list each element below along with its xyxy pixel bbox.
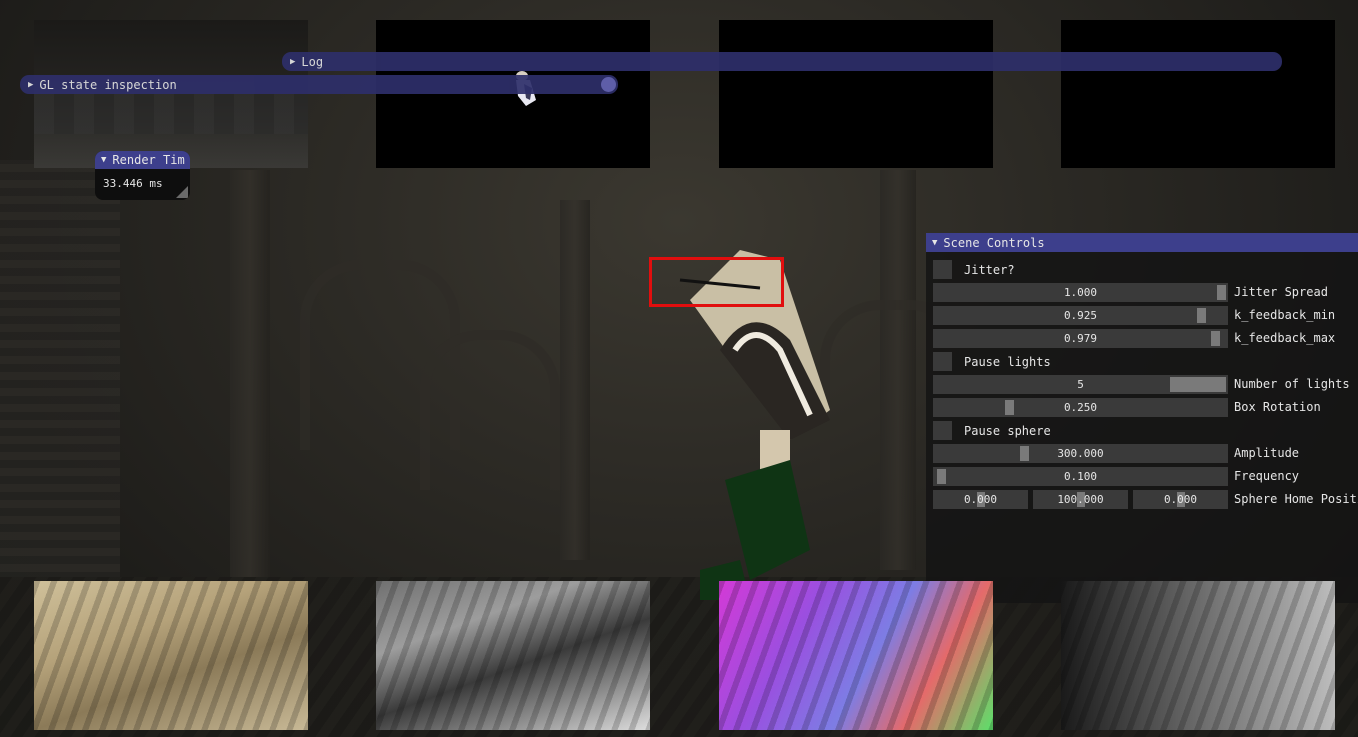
- pause-sphere-row: Pause sphere: [933, 421, 1051, 440]
- collapsed-arrow-icon[interactable]: ▶: [290, 57, 295, 67]
- box-rotation-slider[interactable]: 0.250: [933, 398, 1228, 417]
- preview-panel-3: [719, 20, 993, 168]
- gl-state-window-titlebar[interactable]: ▶ GL state inspection: [20, 75, 618, 94]
- arch: [420, 330, 560, 490]
- number-of-lights-slider[interactable]: 5: [933, 375, 1228, 394]
- preview-panel-4: [1061, 20, 1335, 168]
- box-rotation-value: 0.250: [1063, 401, 1098, 414]
- log-window-titlebar[interactable]: ▶ Log: [282, 52, 1282, 71]
- frequency-label: Frequency: [1234, 469, 1300, 483]
- sphere-home-x-value: 0.000: [963, 493, 998, 506]
- sphere-home-z-value: 0.000: [1163, 493, 1198, 506]
- render-time-window[interactable]: ▼ Render Tim 33.446 ms: [95, 151, 190, 200]
- k-feedback-max-label: k_feedback_max: [1234, 331, 1336, 345]
- gbuffer-albedo-preview: [34, 581, 308, 730]
- amplitude-slider[interactable]: 300.000: [933, 444, 1228, 463]
- amplitude-value: 300.000: [1057, 447, 1104, 460]
- gbuffer-depth-preview: [1061, 581, 1335, 730]
- render-time-titlebar[interactable]: ▼ Render Tim: [95, 151, 190, 169]
- pillar: [230, 170, 270, 590]
- pause-lights-row: Pause lights: [933, 352, 1051, 371]
- scene-controls-titlebar[interactable]: ▼ Scene Controls: [926, 233, 1358, 252]
- k-feedback-max-value: 0.979: [1063, 332, 1098, 345]
- sphere-home-y-value: 100.000: [1057, 493, 1104, 506]
- number-of-lights-value: 5: [1077, 378, 1084, 391]
- amplitude-label: Amplitude: [1234, 446, 1300, 460]
- jitter-spread-value: 1.000: [1063, 286, 1098, 299]
- k-feedback-max-slider[interactable]: 0.979: [933, 329, 1228, 348]
- pause-lights-checkbox[interactable]: [933, 352, 952, 371]
- frequency-value: 0.100: [1063, 470, 1098, 483]
- pause-sphere-label: Pause sphere: [964, 423, 1051, 438]
- render-time-title: Render Tim: [112, 153, 185, 167]
- gbuffer-normal-preview: [719, 581, 993, 730]
- expanded-arrow-icon[interactable]: ▼: [932, 238, 937, 248]
- resize-grip-icon[interactable]: [176, 186, 188, 198]
- box-rotation-label: Box Rotation: [1234, 400, 1321, 414]
- pause-lights-label: Pause lights: [964, 354, 1051, 369]
- jitter-row: Jitter?: [933, 260, 1015, 279]
- gbuffer-specular-preview: [376, 581, 650, 730]
- window-collapse-knob[interactable]: [601, 77, 616, 92]
- selection-highlight-box: [649, 257, 784, 307]
- sphere-home-position-slider: 0.000 100.000 0.000: [933, 490, 1228, 509]
- expanded-arrow-icon[interactable]: ▼: [101, 155, 106, 165]
- sphere-home-y-slider[interactable]: 100.000: [1033, 490, 1128, 509]
- k-feedback-min-label: k_feedback_min: [1234, 308, 1336, 322]
- sphere-home-x-slider[interactable]: 0.000: [933, 490, 1028, 509]
- k-feedback-min-value: 0.925: [1063, 309, 1098, 322]
- jitter-label: Jitter?: [964, 262, 1015, 277]
- frequency-slider[interactable]: 0.100: [933, 467, 1228, 486]
- jitter-spread-slider[interactable]: 1.000: [933, 283, 1228, 302]
- log-window-title: Log: [301, 54, 324, 69]
- jitter-checkbox[interactable]: [933, 260, 952, 279]
- collapsed-arrow-icon[interactable]: ▶: [28, 80, 33, 90]
- k-feedback-min-slider[interactable]: 0.925: [933, 306, 1228, 325]
- pillar: [560, 200, 590, 560]
- brick-wall: [0, 160, 120, 580]
- preview-panel-1: [34, 20, 308, 168]
- sphere-home-z-slider[interactable]: 0.000: [1133, 490, 1228, 509]
- jitter-spread-label: Jitter Spread: [1234, 285, 1328, 299]
- sphere-home-position-label: Sphere Home Positi: [1234, 492, 1358, 506]
- gl-state-window-title: GL state inspection: [39, 77, 177, 92]
- pause-sphere-checkbox[interactable]: [933, 421, 952, 440]
- scene-controls-window[interactable]: ▼ Scene Controls Jitter? 1.000 Jitter Sp…: [926, 233, 1358, 603]
- scene-controls-title: Scene Controls: [943, 235, 1045, 250]
- number-of-lights-label: Number of lights: [1234, 377, 1350, 391]
